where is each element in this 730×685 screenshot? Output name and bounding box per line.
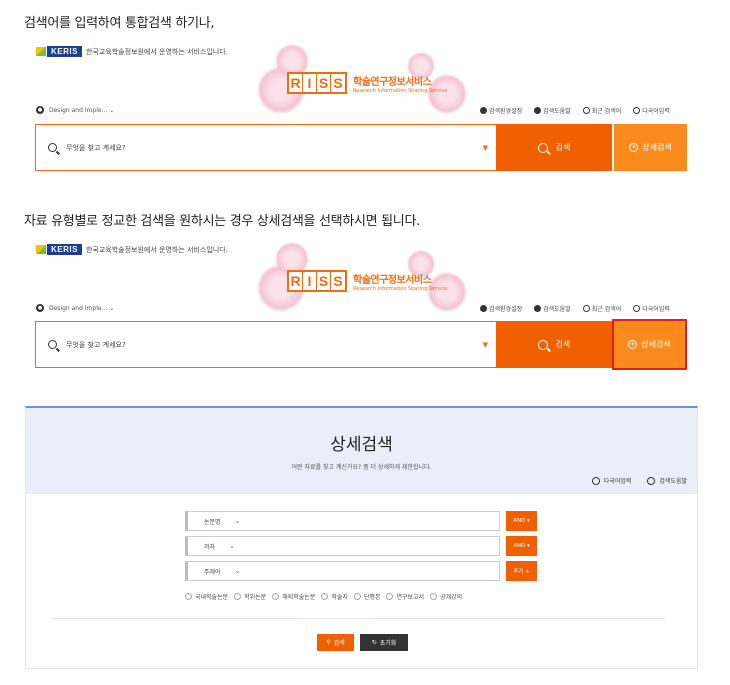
search-scope-select[interactable]: ● Design and Imple... ⌄	[36, 106, 114, 114]
type-option[interactable]: 해외학술논문	[272, 592, 315, 601]
riss-title: 학술연구정보서비스	[353, 274, 432, 286]
chevron-down-icon: ⌄	[107, 304, 115, 312]
advanced-search-submit-button[interactable]: ⚲ 검색	[317, 634, 354, 651]
info-icon	[534, 107, 542, 114]
field-select-author[interactable]: 저자 ⌄	[185, 536, 500, 556]
field-row: 논문명 ⌄ AND ▾	[185, 511, 537, 531]
type-option[interactable]: 단행본	[353, 592, 380, 601]
gear-icon	[480, 305, 487, 312]
advanced-actions: ⚲ 검색 ↻ 초기화	[317, 634, 408, 651]
type-option[interactable]: 공개강의	[430, 592, 462, 601]
globe-icon	[633, 305, 641, 312]
main-search-bar: 무엇을 찾고 계세요? ▼ 검색	[35, 321, 612, 368]
search-toolbar: 검색환경설정 검색도움말 최근 검색어 다국어입력	[480, 106, 670, 115]
chevron-down-icon: ⌄	[229, 542, 235, 550]
search-toolbar: 검색환경설정 검색도움말 최근 검색어 다국어입력	[480, 304, 670, 313]
search-input[interactable]: 무엇을 찾고 계세요? ▼	[35, 321, 496, 368]
search-icon	[48, 340, 57, 349]
operator-button[interactable]: AND ▾	[506, 511, 537, 531]
globe-icon	[633, 107, 641, 114]
type-option[interactable]: 학위논문	[234, 592, 266, 601]
riss-subtitle: Research Information Sharing Service	[353, 285, 448, 292]
material-type-options: 국내학술논문 학위논문 해외학술논문 학술지 단행본 연구보고서 공개강의	[185, 592, 462, 601]
riss-wordmark: RISS	[287, 270, 347, 292]
advanced-title: 상세검색	[330, 435, 393, 455]
scope-icon: ●	[36, 304, 44, 312]
info-icon	[647, 476, 656, 485]
caption-first: 검색어를 입력하여 통합검색 하기나,	[24, 16, 215, 31]
toolbar-settings[interactable]: 검색환경설정	[480, 304, 522, 313]
plus-circle-icon: +	[628, 340, 638, 349]
info-icon	[534, 305, 542, 312]
keris-flag-icon	[36, 47, 46, 56]
chevron-down-icon: ⌄	[107, 106, 115, 114]
toolbar-settings[interactable]: 검색환경설정	[480, 106, 522, 115]
keris-logo[interactable]: KERIS 한국교육학술정보원에서 운영하는 서비스입니다.	[36, 46, 228, 57]
radio-icon	[386, 593, 394, 600]
toolbar-multilang[interactable]: 다국어입력	[633, 106, 670, 115]
type-option[interactable]: 국내학술논문	[185, 592, 228, 601]
field-select-title[interactable]: 논문명 ⌄	[185, 511, 500, 531]
field-row: 저자 ⌄ AND ▾	[185, 536, 537, 556]
add-field-button[interactable]: 추가 +	[506, 561, 537, 581]
operator-button[interactable]: AND ▾	[506, 536, 537, 556]
advanced-header: 상세검색 어떤 자료를 찾고 계신가요? 좀 더 상세하게 제한합니다. 다국어…	[26, 408, 697, 494]
search-icon	[537, 142, 548, 153]
caption-second: 자료 유형별로 정교한 검색을 원하시는 경우 상세검색을 선택하시면 됩니다.	[24, 214, 420, 229]
scope-icon: ●	[36, 106, 44, 114]
field-select-keyword[interactable]: 주제어 ⌄	[185, 561, 500, 581]
chevron-down-icon: ⌄	[234, 517, 241, 525]
field-row: 주제어 ⌄ 추가 +	[185, 561, 537, 581]
toolbar-help[interactable]: 검색도움말	[534, 106, 571, 115]
riss-title: 학술연구정보서비스	[353, 76, 432, 88]
search-input[interactable]: 무엇을 찾고 계세요? ▼	[35, 124, 496, 171]
search-scope-select[interactable]: ● Design and Imple... ⌄	[36, 304, 114, 312]
main-search-bar: 무엇을 찾고 계세요? ▼ 검색	[35, 124, 612, 171]
keris-logo[interactable]: KERIS 한국교육학술정보원에서 운영하는 서비스입니다.	[36, 244, 228, 255]
radio-icon	[185, 593, 192, 600]
caret-down-icon[interactable]: ▼	[483, 144, 488, 152]
divider	[52, 618, 665, 619]
toolbar-recent[interactable]: 최근 검색어	[582, 106, 621, 115]
help-link[interactable]: 검색도움말	[647, 476, 687, 485]
radio-icon	[321, 593, 329, 600]
type-option[interactable]: 학술지	[321, 592, 348, 601]
search-button[interactable]: 검색	[496, 321, 612, 368]
radio-icon	[353, 593, 361, 600]
chevron-down-icon: ⌄	[234, 567, 241, 575]
search-icon: ⚲	[326, 639, 331, 646]
plus-circle-icon: +	[629, 143, 639, 152]
keris-text: 한국교육학술정보원에서 운영하는 서비스입니다.	[85, 47, 228, 56]
riss-logo-area[interactable]: RISS 학술연구정보서비스 Research Information Shar…	[257, 242, 477, 314]
advanced-subtitle: 어떤 자료를 찾고 계신가요? 좀 더 상세하게 제한합니다.	[291, 464, 432, 471]
keris-text: 한국교육학술정보원에서 운영하는 서비스입니다.	[85, 245, 228, 254]
toolbar-multilang[interactable]: 다국어입력	[633, 304, 670, 313]
riss-wordmark: RISS	[287, 72, 347, 94]
gear-icon	[480, 107, 487, 114]
riss-logo-area[interactable]: RISS 학술연구정보서비스 Research Information Shar…	[257, 44, 477, 116]
toolbar-help[interactable]: 검색도움말	[534, 304, 571, 313]
type-option[interactable]: 연구보고서	[386, 592, 424, 601]
advanced-search-button[interactable]: + 상세검색	[614, 124, 687, 171]
clock-icon	[582, 305, 590, 312]
caret-down-icon[interactable]: ▼	[483, 341, 488, 349]
search-button[interactable]: 검색	[496, 124, 612, 171]
reset-button[interactable]: ↻ 초기화	[360, 634, 408, 651]
keris-flag-icon	[36, 245, 46, 254]
radio-icon	[234, 593, 242, 600]
refresh-icon: ↻	[371, 639, 377, 646]
toolbar-recent[interactable]: 최근 검색어	[582, 304, 621, 313]
multilang-link[interactable]: 다국어입력	[591, 476, 631, 485]
radio-icon	[430, 593, 438, 600]
search-icon	[48, 143, 57, 152]
advanced-search-panel: 상세검색 어떤 자료를 찾고 계신가요? 좀 더 상세하게 제한합니다. 다국어…	[25, 406, 698, 669]
advanced-search-button-highlighted[interactable]: + 상세검색	[612, 319, 687, 370]
clock-icon	[582, 107, 590, 114]
search-icon	[537, 339, 548, 350]
globe-icon	[591, 476, 600, 485]
radio-icon	[272, 593, 280, 600]
riss-subtitle: Research Information Sharing Service	[353, 87, 448, 94]
